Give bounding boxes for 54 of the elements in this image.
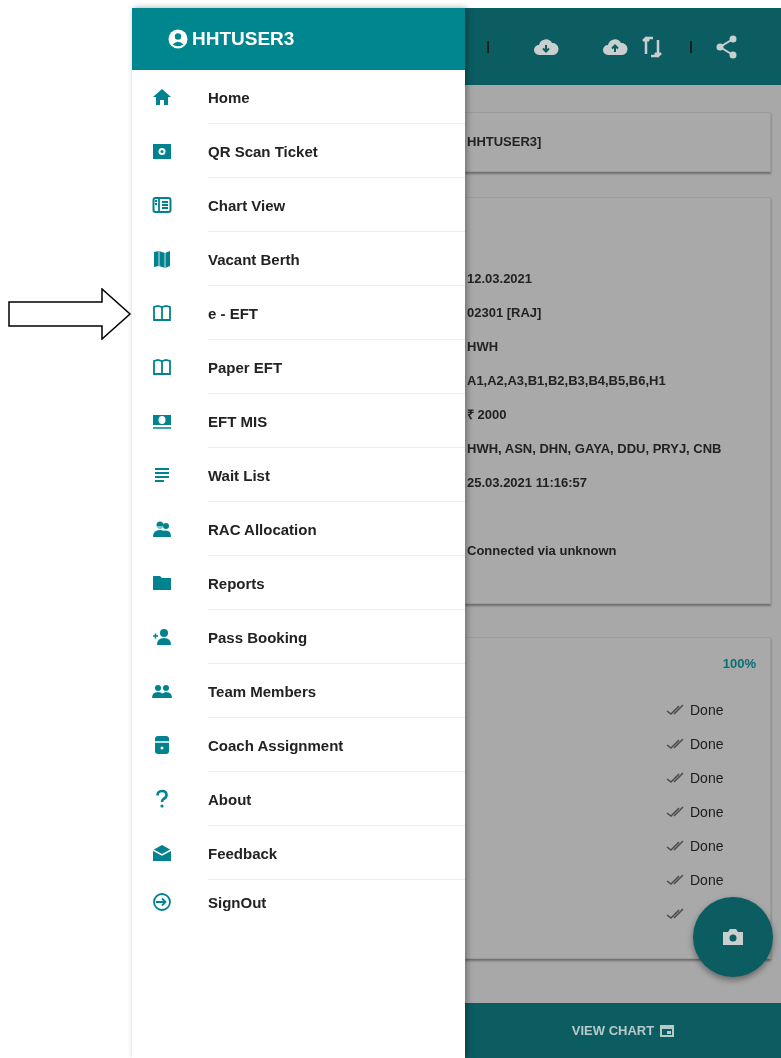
- cloud-download-icon[interactable]: [533, 36, 559, 57]
- user-icon: [168, 29, 188, 49]
- camera-button[interactable]: [693, 897, 773, 977]
- add-person-icon: [152, 627, 172, 647]
- menu-item[interactable]: SignOut: [132, 880, 465, 924]
- menu-item[interactable]: EFT MIS: [132, 394, 465, 448]
- map-icon: [152, 249, 172, 269]
- step-status: Done: [690, 702, 724, 718]
- menu-item[interactable]: Team Members: [132, 664, 465, 718]
- home-icon: [152, 87, 172, 107]
- menu-item[interactable]: Coach Assignment: [132, 718, 465, 772]
- detail-value: 25.03.2021 11:16:57: [466, 474, 588, 492]
- step-status: Done: [690, 770, 724, 786]
- detail-value: 12.03.2021: [466, 270, 534, 288]
- user-name: HHTUSER3: [192, 28, 295, 50]
- camera-icon: [722, 928, 744, 946]
- menu-item[interactable]: Paper EFT: [132, 340, 465, 394]
- step-status: Done: [690, 872, 724, 888]
- menu-item[interactable]: About: [132, 772, 465, 826]
- sign-in-icon: [152, 892, 172, 912]
- detail-value: ₹ 2000: [466, 406, 508, 424]
- book-icon: [152, 303, 172, 323]
- menu-item[interactable]: QR Scan Ticket: [132, 124, 465, 178]
- menu-item[interactable]: Reports: [132, 556, 465, 610]
- menu-item[interactable]: Feedback: [132, 826, 465, 880]
- step-status: Done: [690, 736, 724, 752]
- detail-value: 02301 [RAJ]: [466, 304, 543, 322]
- camera-icon: [152, 141, 172, 161]
- menu-item[interactable]: Chart View: [132, 178, 465, 232]
- step-status: Done: [690, 838, 724, 854]
- menu-item[interactable]: e - EFT: [132, 286, 465, 340]
- user-text: HHTUSER3]: [466, 133, 542, 151]
- share-icon[interactable]: [716, 34, 738, 59]
- progress-percent: 100%: [722, 656, 756, 671]
- menu-item[interactable]: Vacant Berth: [132, 232, 465, 286]
- list-icon: [152, 465, 172, 485]
- book-icon: [152, 357, 172, 377]
- detail-value: Connected via unknown: [466, 542, 618, 560]
- view-chart-button[interactable]: VIEW CHART: [465, 1003, 781, 1058]
- sync-icon[interactable]: [641, 34, 663, 59]
- menu-item[interactable]: Wait List: [132, 448, 465, 502]
- step-status: Done: [690, 804, 724, 820]
- detail-value: HWH: [466, 338, 500, 356]
- calendar-icon: [660, 1024, 675, 1037]
- menu-item[interactable]: Pass Booking: [132, 610, 465, 664]
- people-icon: [152, 519, 172, 539]
- menu-item[interactable]: Home: [132, 70, 465, 124]
- mail-icon: [152, 843, 172, 863]
- detail-value: HWH, ASN, DHN, GAYA, DDU, PRYJ, CNB: [466, 440, 723, 458]
- cloud-upload-icon[interactable]: [602, 36, 628, 57]
- menu-item[interactable]: RAC Allocation: [132, 502, 465, 556]
- folder-icon: [152, 573, 172, 593]
- detail-value: A1,A2,A3,B1,B2,B3,B4,B5,B6,H1: [466, 372, 667, 390]
- newspaper-icon: [152, 195, 172, 215]
